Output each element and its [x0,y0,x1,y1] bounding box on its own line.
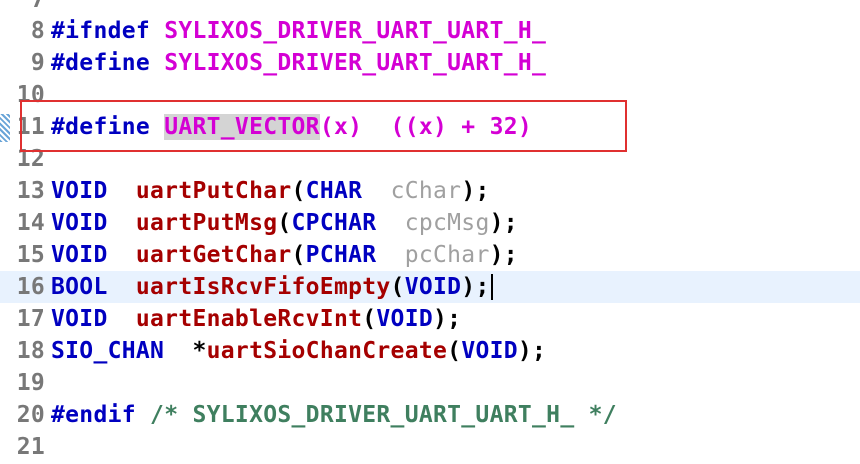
code-token: BOOL [51,274,108,300]
code-token: UART_VECTOR [164,114,320,140]
code-token: cpcMsg [404,210,490,236]
code-token: ); [517,338,547,364]
code-line[interactable]: 15 VOID uartGetChar(PCHAR pcChar); [0,239,860,271]
code-token: SYLIXOS_DRIVER_UART_UART_H_ [164,18,547,44]
code-line[interactable]: 13 VOID uartPutChar(CHAR cChar); [0,175,860,207]
code-text[interactable]: #define UART_VECTOR (x) ((x) + 32) [45,114,532,140]
line-number: 20 [16,402,45,428]
line-number: 14 [16,210,45,236]
code-token: CHAR [305,178,363,204]
code-token: VOID [51,210,108,236]
line-number: 21 [16,434,45,460]
code-line[interactable]: 16 BOOL uartIsRcvFifoEmpty(VOID); [0,271,860,303]
code-text[interactable]: BOOL uartIsRcvFifoEmpty(VOID); [45,274,493,300]
code-token: ); [489,242,518,268]
code-line[interactable]: 18 SIO_CHAN * uartSioChanCreate(VOID); [0,335,860,367]
code-token: ); [461,274,490,300]
code-token: ( [277,210,292,236]
code-token: (x) ((x) + 32) [319,114,533,140]
code-line[interactable]: 20 #endif /* SYLIXOS_DRIVER_UART_UART_H_ … [0,399,860,431]
code-token: ( [291,242,306,268]
line-number: 15 [16,242,45,268]
code-token: * [164,338,207,364]
code-text[interactable]: SIO_CHAN * uartSioChanCreate(VOID); [45,338,546,364]
code-text[interactable]: VOID uartGetChar(PCHAR pcChar); [45,242,518,268]
line-number: 12 [16,146,45,172]
code-line[interactable]: 7 [0,0,860,16]
code-token: VOID [376,306,433,332]
line-number: 10 [16,82,45,108]
code-token: uartPutChar [135,178,292,204]
line-number: 19 [16,370,45,396]
code-token: ( [390,274,405,300]
code-token: ); [461,178,490,204]
code-token: VOID [51,242,108,268]
code-line[interactable]: 17 VOID uartEnableRcvInt(VOID); [0,303,860,335]
code-token: #define [51,50,151,76]
code-token: uartIsRcvFifoEmpty [135,274,391,300]
line-number: 16 [16,274,45,300]
code-text[interactable]: #define SYLIXOS_DRIVER_UART_UART_H_ [45,50,546,76]
line-number: 8 [30,18,45,44]
bookmark-marker-icon[interactable] [0,114,10,142]
code-token: ); [433,306,462,332]
code-token: #endif [51,402,136,428]
code-token: ( [447,338,462,364]
code-token: SYLIXOS_DRIVER_UART_UART_H_ [164,50,547,76]
code-token: #define [51,114,151,140]
line-number: 17 [16,306,45,332]
code-token: VOID [51,178,108,204]
code-token: uartGetChar [135,242,292,268]
code-token: VOID [51,306,108,332]
code-token: cChar [390,178,462,204]
code-text[interactable]: VOID uartPutMsg(CPCHAR cpcMsg); [45,210,518,236]
code-line[interactable]: 14 VOID uartPutMsg(CPCHAR cpcMsg); [0,207,860,239]
code-token: SIO_CHAN [51,338,165,364]
line-number: 13 [16,178,45,204]
code-token: uartEnableRcvInt [135,306,363,332]
code-line[interactable]: 8 #ifndef SYLIXOS_DRIVER_UART_UART_H_ [0,15,860,47]
code-token: ( [362,306,377,332]
line-number: 18 [16,338,45,364]
code-text[interactable]: #ifndef SYLIXOS_DRIVER_UART_UART_H_ [45,18,546,44]
line-number: 7 [30,0,45,13]
code-token: VOID [461,338,518,364]
code-token: ); [489,210,518,236]
text-cursor [490,274,493,300]
code-token: uartPutMsg [135,210,278,236]
code-token: /* SYLIXOS_DRIVER_UART_UART_H_ */ [150,402,617,428]
code-token: pcChar [404,242,490,268]
code-token: CPCHAR [291,210,377,236]
code-token: PCHAR [305,242,377,268]
code-token: ( [291,178,306,204]
code-line[interactable]: 11 #define UART_VECTOR (x) ((x) + 32) [0,111,860,143]
code-text[interactable]: VOID uartPutChar(CHAR cChar); [45,178,490,204]
code-line[interactable]: 19 [0,367,860,399]
code-text[interactable]: #endif /* SYLIXOS_DRIVER_UART_UART_H_ */ [45,402,617,428]
code-line[interactable]: 21 [0,431,860,463]
code-token: #ifndef [51,18,151,44]
code-line[interactable]: 12 [0,143,860,175]
code-line[interactable]: 10 [0,79,860,111]
code-line[interactable]: 9 #define SYLIXOS_DRIVER_UART_UART_H_ [0,47,860,79]
code-editor[interactable]: 21 20 #endif /* SYLIXOS_DRIVER_UART_UART_H… [0,0,860,464]
code-token: VOID [404,274,462,300]
line-number: 9 [30,50,45,76]
code-text[interactable]: VOID uartEnableRcvInt(VOID); [45,306,461,332]
code-token: uartSioChanCreate [206,338,448,364]
